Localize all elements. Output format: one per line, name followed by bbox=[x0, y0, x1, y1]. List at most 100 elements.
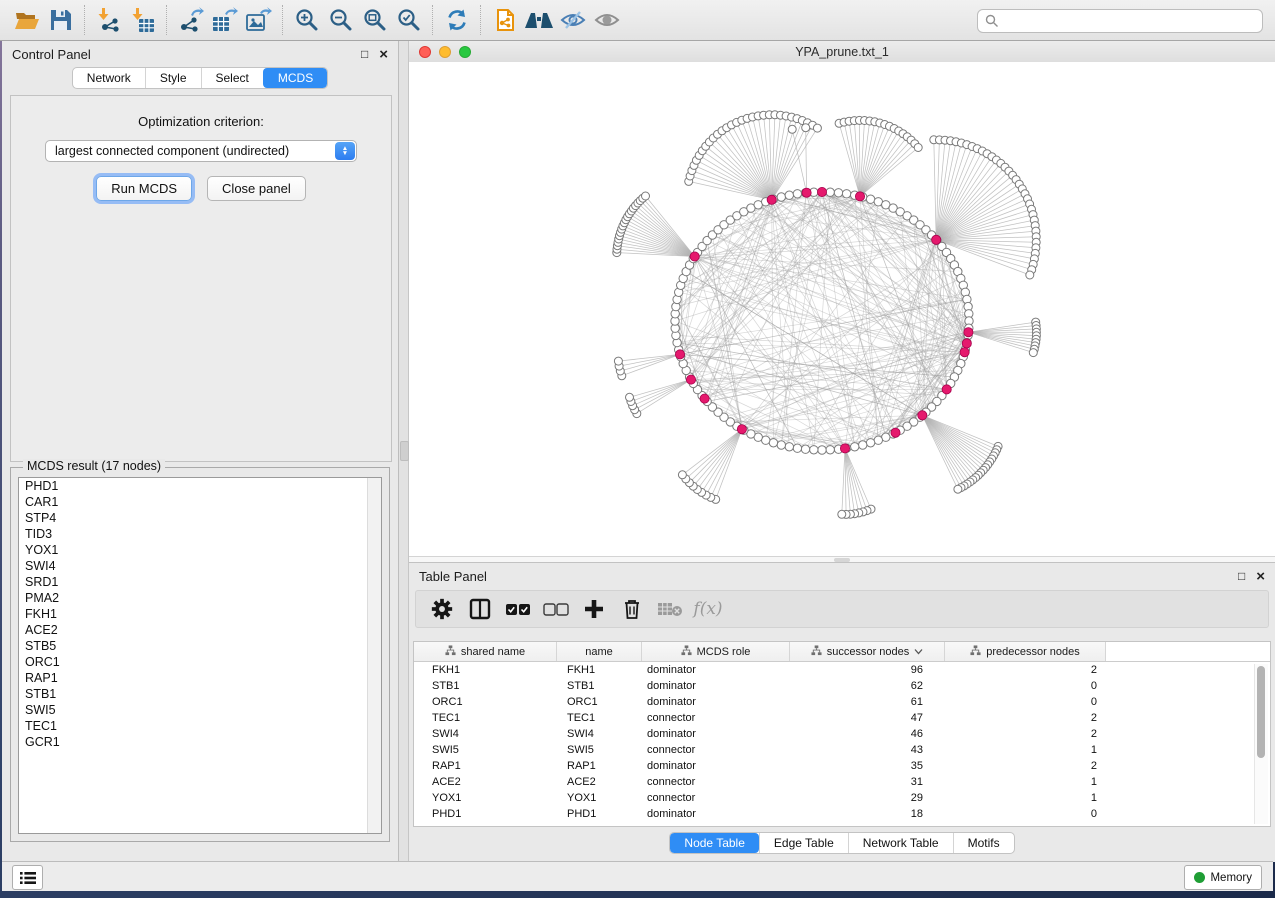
table-row[interactable]: ORC1ORC1dominator610 bbox=[414, 694, 1270, 710]
import-table-icon[interactable] bbox=[126, 4, 160, 36]
table-toolbar: f(x) bbox=[415, 590, 1269, 628]
table-cell: YOX1 bbox=[414, 792, 557, 804]
column-header-shared-name[interactable]: shared name bbox=[414, 642, 557, 661]
mcds-result-item[interactable]: SWI4 bbox=[19, 558, 381, 574]
tab-network-table[interactable]: Network Table bbox=[848, 833, 953, 853]
tab-edge-table[interactable]: Edge Table bbox=[759, 833, 848, 853]
splitter-grip[interactable] bbox=[400, 441, 409, 461]
status-bar: Memory bbox=[2, 861, 1273, 891]
table-row[interactable]: YOX1YOX1connector291 bbox=[414, 790, 1270, 806]
horizontal-splitter[interactable] bbox=[409, 556, 1275, 563]
tab-network[interactable]: Network bbox=[73, 68, 145, 88]
import-network-icon[interactable] bbox=[92, 4, 126, 36]
mcds-result-item[interactable]: SWI5 bbox=[19, 702, 381, 718]
criterion-select[interactable]: largest connected component (undirected)… bbox=[45, 140, 357, 162]
application-window: Control Panel □ × NetworkStyleSelectMCDS… bbox=[0, 0, 1275, 898]
mcds-result-list[interactable]: PHD1CAR1STP4TID3YOX1SWI4SRD1PMA2FKH1ACE2… bbox=[18, 477, 382, 834]
export-image-icon[interactable] bbox=[242, 4, 276, 36]
mcds-result-item[interactable]: PHD1 bbox=[19, 478, 381, 494]
column-header-name[interactable]: name bbox=[557, 642, 642, 661]
mcds-result-item[interactable]: CAR1 bbox=[19, 494, 381, 510]
mcds-result-item[interactable]: YOX1 bbox=[19, 542, 381, 558]
network-graph[interactable] bbox=[409, 62, 1275, 556]
table-cell: connector bbox=[642, 776, 790, 788]
scrollbar-thumb[interactable] bbox=[1257, 666, 1265, 758]
mcds-result-item[interactable]: GCR1 bbox=[19, 734, 381, 750]
mcds-result-item[interactable]: FKH1 bbox=[19, 606, 381, 622]
splitter-grip[interactable] bbox=[834, 558, 850, 562]
zoom-in-icon[interactable] bbox=[290, 4, 324, 36]
close-panel-icon[interactable]: × bbox=[1256, 569, 1265, 584]
open-folder-icon[interactable] bbox=[10, 4, 44, 36]
table-row[interactable]: SWI5SWI5connector431 bbox=[414, 742, 1270, 758]
mcds-result-item[interactable]: STP4 bbox=[19, 510, 381, 526]
table-cell: RAP1 bbox=[557, 760, 642, 772]
add-icon[interactable] bbox=[580, 595, 608, 623]
table-cell: dominator bbox=[642, 664, 790, 676]
mcds-result-item[interactable]: SRD1 bbox=[19, 574, 381, 590]
table-row[interactable]: STB1STB1dominator620 bbox=[414, 678, 1270, 694]
float-panel-icon[interactable]: □ bbox=[1238, 570, 1245, 582]
share-document-icon[interactable] bbox=[488, 4, 522, 36]
export-table-icon[interactable] bbox=[208, 4, 242, 36]
tab-motifs[interactable]: Motifs bbox=[953, 833, 1014, 853]
function-icon[interactable]: f(x) bbox=[694, 595, 722, 623]
table-cell: 46 bbox=[790, 728, 945, 740]
optimization-criterion-label: Optimization criterion: bbox=[11, 114, 391, 129]
tab-select[interactable]: Select bbox=[201, 68, 263, 88]
zoom-out-icon[interactable] bbox=[324, 4, 358, 36]
hide-details-icon[interactable] bbox=[556, 4, 590, 36]
table-cell: ORC1 bbox=[557, 696, 642, 708]
delete-table-icon[interactable] bbox=[656, 595, 684, 623]
table-scrollbar[interactable] bbox=[1254, 664, 1268, 824]
close-panel-icon[interactable]: × bbox=[379, 47, 388, 62]
mcds-result-item[interactable]: RAP1 bbox=[19, 670, 381, 686]
mcds-result-item[interactable]: PMA2 bbox=[19, 590, 381, 606]
table-row[interactable]: ACE2ACE2connector311 bbox=[414, 774, 1270, 790]
table-row[interactable]: FKH1FKH1dominator962 bbox=[414, 662, 1270, 678]
float-panel-icon[interactable]: □ bbox=[361, 48, 368, 60]
gear-icon[interactable] bbox=[428, 595, 456, 623]
list-scrollbar[interactable] bbox=[367, 478, 381, 833]
tab-mcds[interactable]: MCDS bbox=[263, 68, 327, 88]
table-cell: dominator bbox=[642, 680, 790, 692]
zoom-fit-icon[interactable] bbox=[358, 4, 392, 36]
zoom-selected-icon[interactable] bbox=[392, 4, 426, 36]
mcds-result-item[interactable]: TID3 bbox=[19, 526, 381, 542]
table-row[interactable]: TEC1TEC1connector472 bbox=[414, 710, 1270, 726]
delete-icon[interactable] bbox=[618, 595, 646, 623]
tab-node-table[interactable]: Node Table bbox=[670, 833, 759, 853]
mcds-result-item[interactable]: ORC1 bbox=[19, 654, 381, 670]
table-cell: ORC1 bbox=[414, 696, 557, 708]
mcds-result-item[interactable]: STB5 bbox=[19, 638, 381, 654]
column-header-predecessor-nodes[interactable]: predecessor nodes bbox=[945, 642, 1106, 661]
refresh-icon[interactable] bbox=[440, 4, 474, 36]
vertical-splitter[interactable] bbox=[399, 41, 409, 862]
binoculars-icon[interactable] bbox=[522, 4, 556, 36]
table-cell: 1 bbox=[945, 744, 1106, 756]
network-canvas[interactable] bbox=[409, 62, 1275, 556]
task-list-button[interactable] bbox=[12, 865, 43, 890]
table-cell: connector bbox=[642, 744, 790, 756]
search-field[interactable] bbox=[977, 9, 1263, 33]
save-icon[interactable] bbox=[44, 4, 78, 36]
close-panel-button[interactable]: Close panel bbox=[207, 176, 306, 201]
search-input[interactable] bbox=[1003, 13, 1262, 29]
columns-icon[interactable] bbox=[466, 595, 494, 623]
table-row[interactable]: SWI4SWI4dominator462 bbox=[414, 726, 1270, 742]
table-row[interactable]: RAP1RAP1dominator352 bbox=[414, 758, 1270, 774]
unselect-all-icon[interactable] bbox=[542, 595, 570, 623]
mcds-result-item[interactable]: STB1 bbox=[19, 686, 381, 702]
select-all-icon[interactable] bbox=[504, 595, 532, 623]
table-row[interactable]: PHD1PHD1dominator180 bbox=[414, 806, 1270, 822]
run-mcds-button[interactable]: Run MCDS bbox=[96, 176, 192, 201]
memory-button[interactable]: Memory bbox=[1184, 865, 1262, 890]
tab-style[interactable]: Style bbox=[145, 68, 201, 88]
column-header-successor-nodes[interactable]: successor nodes bbox=[790, 642, 945, 661]
mcds-result-item[interactable]: ACE2 bbox=[19, 622, 381, 638]
show-details-icon[interactable] bbox=[590, 4, 624, 36]
export-network-icon[interactable] bbox=[174, 4, 208, 36]
table-cell: 0 bbox=[945, 680, 1106, 692]
mcds-result-item[interactable]: TEC1 bbox=[19, 718, 381, 734]
column-header-MCDS-role[interactable]: MCDS role bbox=[642, 642, 790, 661]
